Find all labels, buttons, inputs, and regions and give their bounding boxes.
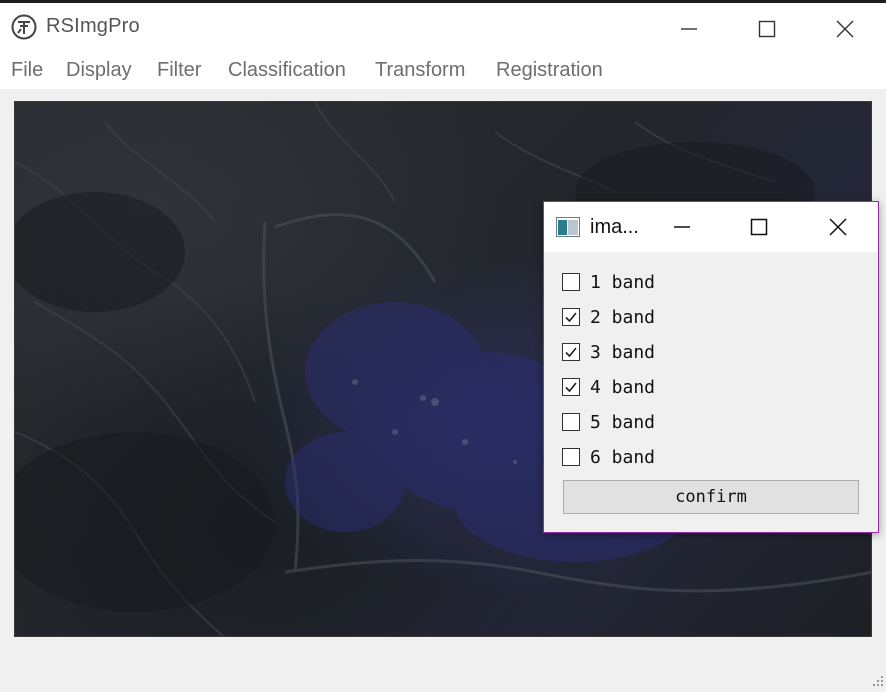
band-option-3[interactable]: 3 band (562, 339, 655, 365)
menu-transform[interactable]: Transform (375, 59, 465, 82)
band-option-1[interactable]: 1 band (562, 269, 655, 295)
minimize-icon (681, 28, 697, 30)
confirm-button[interactable]: confirm (563, 480, 859, 514)
dialog-title: ima... (590, 216, 639, 238)
menu-filter[interactable]: Filter (157, 59, 201, 82)
band-option-5[interactable]: 5 band (562, 409, 655, 435)
band-5-checkbox[interactable] (562, 413, 580, 431)
band-option-2[interactable]: 2 band (562, 304, 655, 330)
band-3-checkbox[interactable] (562, 343, 580, 361)
app-logo-icon (11, 14, 37, 40)
checkmark-icon (565, 312, 577, 323)
band-6-checkbox[interactable] (562, 448, 580, 466)
checkmark-icon (565, 382, 577, 393)
dialog-minimize-button[interactable] (659, 205, 705, 249)
image-window-icon (556, 217, 580, 237)
dialog-maximize-button[interactable] (736, 205, 782, 249)
close-icon (829, 218, 847, 236)
maximize-button[interactable] (744, 6, 790, 52)
menu-registration[interactable]: Registration (496, 59, 603, 82)
band-1-label: 1 band (590, 271, 656, 293)
band-4-label: 4 band (590, 376, 656, 398)
menu-file[interactable]: File (11, 59, 43, 82)
minimize-icon (674, 226, 690, 228)
band-6-label: 6 band (590, 446, 656, 468)
maximize-icon (750, 218, 768, 236)
menu-classification[interactable]: Classification (228, 59, 346, 82)
close-button[interactable] (822, 6, 868, 52)
band-3-label: 3 band (590, 341, 656, 363)
band-option-6[interactable]: 6 band (562, 444, 655, 470)
band-2-checkbox[interactable] (562, 308, 580, 326)
main-title-bar: RSImgPro (0, 3, 886, 51)
menu-bar: File Display Filter Classification Trans… (0, 51, 886, 89)
band-option-4[interactable]: 4 band (562, 374, 655, 400)
band-5-label: 5 band (590, 411, 656, 433)
app-title: RSImgPro (46, 15, 140, 37)
band-4-checkbox[interactable] (562, 378, 580, 396)
maximize-icon (758, 20, 776, 38)
band-1-checkbox[interactable] (562, 273, 580, 291)
dialog-title-bar[interactable]: ima... (544, 202, 878, 252)
band-2-label: 2 band (590, 306, 656, 328)
minimize-button[interactable] (666, 6, 712, 52)
resize-grip-icon[interactable] (872, 674, 884, 686)
checkmark-icon (565, 347, 577, 358)
dialog-close-button[interactable] (815, 205, 861, 249)
close-icon (836, 20, 854, 38)
band-select-dialog: ima... 1 band 2 band 3 band 4 band 5 ban… (543, 201, 879, 533)
menu-display[interactable]: Display (66, 59, 132, 82)
